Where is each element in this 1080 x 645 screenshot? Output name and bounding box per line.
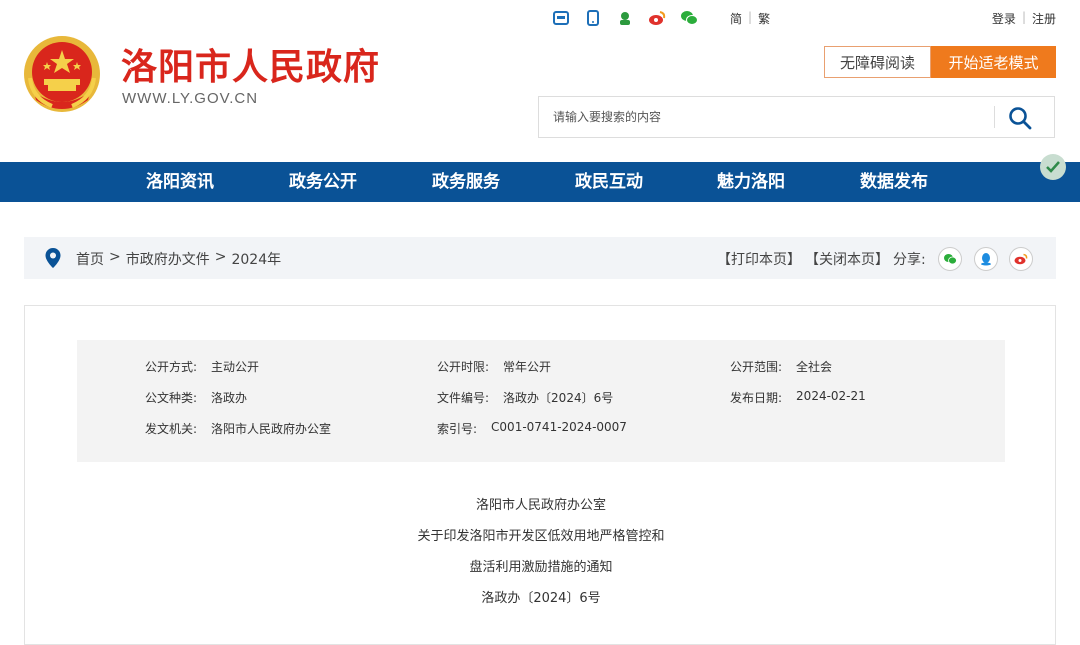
nav-item-gov-open[interactable]: 政务公开 <box>289 162 357 202</box>
language-switch: 简 | 繁 <box>730 10 770 27</box>
search-input[interactable] <box>539 97 994 137</box>
meta-index-number: 索引号: C001-0741-2024-0007 <box>437 420 627 437</box>
meta-value: 洛阳市人民政府办公室 <box>211 422 332 436</box>
meta-label: 公开范围: <box>730 360 783 374</box>
meta-label: 公文种类: <box>145 391 198 405</box>
meta-label: 公开时限: <box>437 360 490 374</box>
meta-label: 发布日期: <box>730 391 783 405</box>
meta-issuing-authority: 发文机关: 洛阳市人民政府办公室 <box>145 420 331 437</box>
breadcrumb-year[interactable]: 2024年 <box>231 249 281 269</box>
lang-separator: | <box>748 10 753 24</box>
auth-links: 登录 | 注册 <box>992 10 1056 27</box>
page-tools: 【打印本页】 【关闭本页】 分享: <box>717 249 926 269</box>
meta-value: 常年公开 <box>503 360 552 374</box>
nav-item-charm[interactable]: 魅力洛阳 <box>717 162 785 202</box>
auth-separator: | <box>1021 10 1026 24</box>
main-nav: 洛阳资讯 政务公开 政务服务 政民互动 魅力洛阳 数据发布 <box>0 162 1080 202</box>
top-icon-bar <box>552 9 698 27</box>
meta-value: C001-0741-2024-0007 <box>491 420 627 434</box>
breadcrumb-separator: > <box>109 249 121 265</box>
close-link[interactable]: 【关闭本页】 <box>805 249 889 269</box>
site-header: 洛阳市人民政府 WWW.LY.GOV.CN 简 | 繁 登录 | 注册 无障碍阅… <box>0 0 1080 162</box>
register-link[interactable]: 注册 <box>1032 10 1056 27</box>
lang-traditional[interactable]: 繁 <box>758 10 770 27</box>
search-divider <box>994 106 995 128</box>
share-wechat-icon[interactable] <box>938 247 962 271</box>
document-title-line1: 关于印发洛阳市开发区低效用地严格管控和 <box>417 529 665 544</box>
location-pin-icon <box>45 248 61 268</box>
search-box <box>538 96 1055 138</box>
meta-doc-number: 文件编号: 洛政办〔2024〕6号 <box>437 389 613 406</box>
meta-value: 主动公开 <box>211 360 260 374</box>
meta-value: 洛政办〔2024〕6号 <box>503 391 614 405</box>
elder-mode-button[interactable]: 开始适老模式 <box>931 46 1056 78</box>
meta-disclosure-scope: 公开范围: 全社会 <box>730 358 832 375</box>
meta-publish-date: 发布日期: 2024-02-21 <box>730 389 866 406</box>
breadcrumb-category[interactable]: 市政府办文件 <box>126 249 210 269</box>
mobile-icon[interactable] <box>584 9 602 27</box>
meta-disclosure-period: 公开时限: 常年公开 <box>437 358 551 375</box>
breadcrumb-home[interactable]: 首页 <box>76 249 104 269</box>
nav-item-gov-service[interactable]: 政务服务 <box>432 162 500 202</box>
check-icon[interactable] <box>1040 154 1066 180</box>
lang-simplified[interactable]: 简 <box>730 10 742 27</box>
site-title[interactable]: 洛阳市人民政府 <box>121 38 380 90</box>
breadcrumb-separator: > <box>214 249 227 265</box>
login-link[interactable]: 登录 <box>992 10 1016 27</box>
article-container: 公开方式: 主动公开 公开时限: 常年公开 公开范围: 全社会 公文种类: 洛政… <box>24 305 1056 645</box>
meta-label: 发文机关: <box>145 422 198 436</box>
breadcrumb: 首页 > 市政府办文件 > 2024年 <box>76 249 281 269</box>
document-meta: 公开方式: 主动公开 公开时限: 常年公开 公开范围: 全社会 公文种类: 洛政… <box>77 340 1005 462</box>
accessibility-button[interactable]: 无障碍阅读 <box>824 46 931 78</box>
national-emblem-icon[interactable] <box>22 34 102 114</box>
breadcrumb-bar: 首页 > 市政府办文件 > 2024年 【打印本页】 【关闭本页】 分享: <box>24 237 1056 279</box>
wechat-icon[interactable] <box>680 9 698 27</box>
meta-label: 索引号: <box>437 422 478 436</box>
nav-item-news[interactable]: 洛阳资讯 <box>146 162 214 202</box>
nav-item-interaction[interactable]: 政民互动 <box>575 162 643 202</box>
meta-label: 公开方式: <box>145 360 198 374</box>
share-weibo-icon[interactable] <box>1009 247 1033 271</box>
share-qq-icon[interactable] <box>974 247 998 271</box>
meta-value: 全社会 <box>796 360 833 374</box>
print-link[interactable]: 【打印本页】 <box>717 249 801 269</box>
app-icon[interactable] <box>552 9 570 27</box>
meta-value: 2024-02-21 <box>796 389 866 403</box>
meta-disclosure-method: 公开方式: 主动公开 <box>145 358 259 375</box>
robot-icon[interactable] <box>616 9 634 27</box>
search-icon[interactable] <box>1007 105 1033 131</box>
document-title-line2: 盘活利用激励措施的通知 <box>469 560 613 575</box>
meta-value: 洛政办 <box>211 391 248 405</box>
weibo-icon[interactable] <box>648 9 666 27</box>
nav-item-data[interactable]: 数据发布 <box>860 162 928 202</box>
document-issuer: 洛阳市人民政府办公室 <box>475 498 606 513</box>
document-number: 洛政办〔2024〕6号 <box>481 591 601 606</box>
meta-label: 文件编号: <box>437 391 490 405</box>
site-url: WWW.LY.GOV.CN <box>122 90 259 107</box>
meta-doc-type: 公文种类: 洛政办 <box>145 389 247 406</box>
share-label: 分享: <box>893 252 926 268</box>
